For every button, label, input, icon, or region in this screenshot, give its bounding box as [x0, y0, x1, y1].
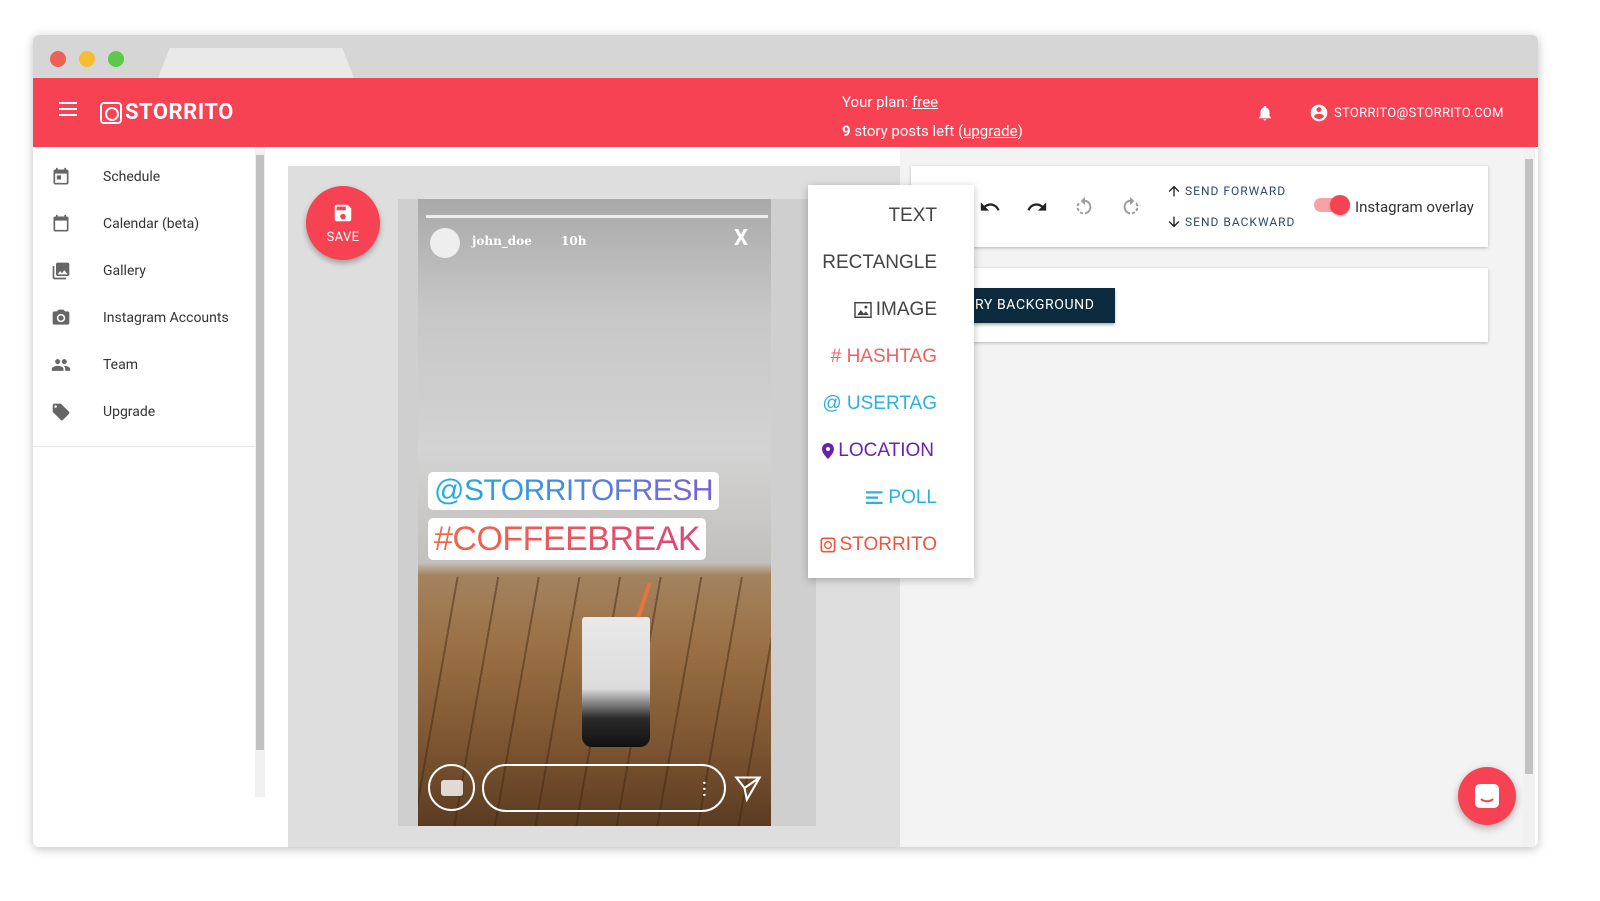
- story-send-icon: [734, 776, 762, 802]
- calendar-icon: [53, 214, 69, 231]
- story-reply-field: · · ·: [482, 764, 726, 812]
- send-forward-button[interactable]: SEND FORWARD: [1166, 183, 1286, 199]
- hashtag-sticker[interactable]: #COFFEEBREAK: [428, 518, 707, 560]
- app-header: STORRITO Your plan: free 9 story posts l…: [33, 78, 1538, 147]
- menu-item-label: # HASHTAG: [830, 346, 937, 367]
- sidebar-item-label: Gallery: [103, 262, 146, 279]
- menu-item-text[interactable]: TEXT: [888, 201, 937, 231]
- story-username: john_doe: [472, 234, 532, 248]
- redo-icon[interactable]: [1026, 196, 1048, 218]
- sidebar-item-label: Instagram Accounts: [103, 309, 229, 326]
- hamburger-menu-icon[interactable]: [59, 102, 77, 116]
- save-label: SAVE: [326, 230, 360, 245]
- sidebar-item-label: Upgrade: [103, 403, 156, 420]
- posts-text: story posts left (: [850, 122, 964, 140]
- browser-tab[interactable]: [158, 48, 354, 78]
- story-time-ago: 10h: [561, 234, 587, 248]
- account-menu[interactable]: STORRITO@STORRITO.COM: [1309, 103, 1504, 123]
- chat-icon: [1475, 784, 1499, 808]
- rotate-left-icon[interactable]: [1073, 196, 1095, 218]
- send-backward-button[interactable]: SEND BACKWARD: [1166, 214, 1295, 230]
- sidebar-nav: Schedule Calendar (beta) Gallery Instagr…: [33, 147, 255, 447]
- posts-suffix: ): [1017, 122, 1023, 140]
- upgrade-link[interactable]: upgrade: [963, 122, 1017, 140]
- sidebar-item-team[interactable]: Team: [33, 341, 255, 388]
- chat-support-button[interactable]: [1458, 767, 1516, 825]
- instagram-overlay-label: Instagram overlay: [1355, 198, 1474, 216]
- undo-icon[interactable]: [979, 196, 1001, 218]
- menu-item-label: POLL: [888, 487, 937, 508]
- usertag-sticker[interactable]: @STORRITOFRESH: [428, 472, 720, 510]
- usertag-text: @STORRITOFRESH: [434, 474, 714, 507]
- properties-panel: [900, 147, 1525, 847]
- hashtag-text: #COFFEEBREAK: [434, 520, 701, 558]
- sidebar-item-gallery[interactable]: Gallery: [33, 247, 255, 294]
- menu-item-label: @ USERTAG: [822, 393, 937, 414]
- avatar: [430, 228, 460, 258]
- storrito-icon: [820, 537, 836, 553]
- menu-item-image[interactable]: IMAGE: [854, 295, 937, 325]
- sidebar-item-label: Calendar (beta): [103, 215, 200, 232]
- arrow-down-icon: [1168, 216, 1180, 228]
- arrow-up-icon: [1168, 185, 1180, 197]
- posts-count: 9: [842, 122, 851, 140]
- image-icon: [854, 302, 872, 318]
- page-scrollbar[interactable]: [1523, 147, 1535, 847]
- app-name: STORRITO: [125, 100, 234, 125]
- tag-icon: [52, 403, 70, 420]
- menu-item-label: RECTANGLE: [822, 252, 937, 273]
- rotate-right-icon[interactable]: [1120, 196, 1142, 218]
- menu-item-poll[interactable]: POLL: [866, 483, 937, 513]
- notifications-bell-icon[interactable]: [1256, 103, 1274, 123]
- sidebar-item-label: Team: [103, 356, 138, 373]
- coffee-cup-image: [582, 617, 650, 747]
- location-pin-icon: [822, 443, 835, 459]
- story-camera-icon: [428, 764, 475, 811]
- menu-item-location[interactable]: LOCATION: [822, 436, 934, 466]
- story-close-icon[interactable]: X: [734, 226, 748, 251]
- menu-item-label: STORRITO: [839, 534, 937, 555]
- app-logo[interactable]: STORRITO: [100, 100, 234, 125]
- plan-name-link[interactable]: free: [912, 93, 938, 111]
- gallery-icon: [52, 262, 70, 279]
- team-icon: [51, 358, 71, 371]
- more-vertical-icon: · · ·: [702, 773, 707, 804]
- save-button[interactable]: SAVE: [306, 186, 380, 260]
- plan-info: Your plan: free 9 story posts left (upgr…: [842, 88, 1023, 146]
- camera-icon: [52, 309, 70, 325]
- browser-window: STORRITO Your plan: free 9 story posts l…: [33, 35, 1538, 847]
- window-minimize-dot[interactable]: [79, 51, 95, 67]
- menu-item-label: IMAGE: [875, 299, 937, 320]
- menu-item-storrito[interactable]: STORRITO: [820, 530, 937, 560]
- menu-item-label: LOCATION: [838, 440, 934, 461]
- sidebar-item-calendar[interactable]: Calendar (beta): [33, 200, 255, 247]
- menu-item-label: TEXT: [888, 205, 937, 226]
- sidebar-item-upgrade[interactable]: Upgrade: [33, 388, 255, 435]
- poll-icon: [866, 491, 883, 504]
- story-preview[interactable]: john_doe 10h X @STORRITOFRESH #COFFEEBRE…: [418, 199, 771, 826]
- story-progress-bar: [426, 215, 768, 218]
- window-maximize-dot[interactable]: [108, 51, 124, 67]
- send-backward-label: SEND BACKWARD: [1185, 215, 1296, 229]
- instagram-overlay-toggle[interactable]: [1314, 195, 1350, 215]
- schedule-icon: [53, 167, 69, 184]
- menu-item-usertag[interactable]: @ USERTAG: [822, 389, 937, 419]
- window-close-dot[interactable]: [50, 51, 66, 67]
- send-forward-label: SEND FORWARD: [1185, 184, 1287, 198]
- page-scrollbar-thumb[interactable]: [1525, 159, 1533, 774]
- plan-prefix: Your plan:: [842, 93, 913, 111]
- account-email: STORRITO@STORRITO.COM: [1334, 105, 1504, 121]
- account-circle-icon: [1310, 104, 1328, 122]
- floppy-disk-icon: [334, 204, 352, 222]
- sidebar-scrollbar[interactable]: [255, 147, 265, 797]
- add-element-menu: TEXT RECTANGLE IMAGE # HASHTAG @ USERTAG…: [808, 185, 974, 578]
- sidebar-item-schedule[interactable]: Schedule: [33, 153, 255, 200]
- sidebar-item-instagram-accounts[interactable]: Instagram Accounts: [33, 294, 255, 341]
- browser-chrome: [33, 35, 1538, 78]
- storrito-logo-icon: [100, 101, 122, 124]
- sidebar-item-label: Schedule: [103, 168, 161, 185]
- menu-item-rectangle[interactable]: RECTANGLE: [822, 248, 937, 278]
- sidebar-scrollbar-thumb[interactable]: [256, 155, 264, 750]
- menu-item-hashtag[interactable]: # HASHTAG: [831, 342, 937, 372]
